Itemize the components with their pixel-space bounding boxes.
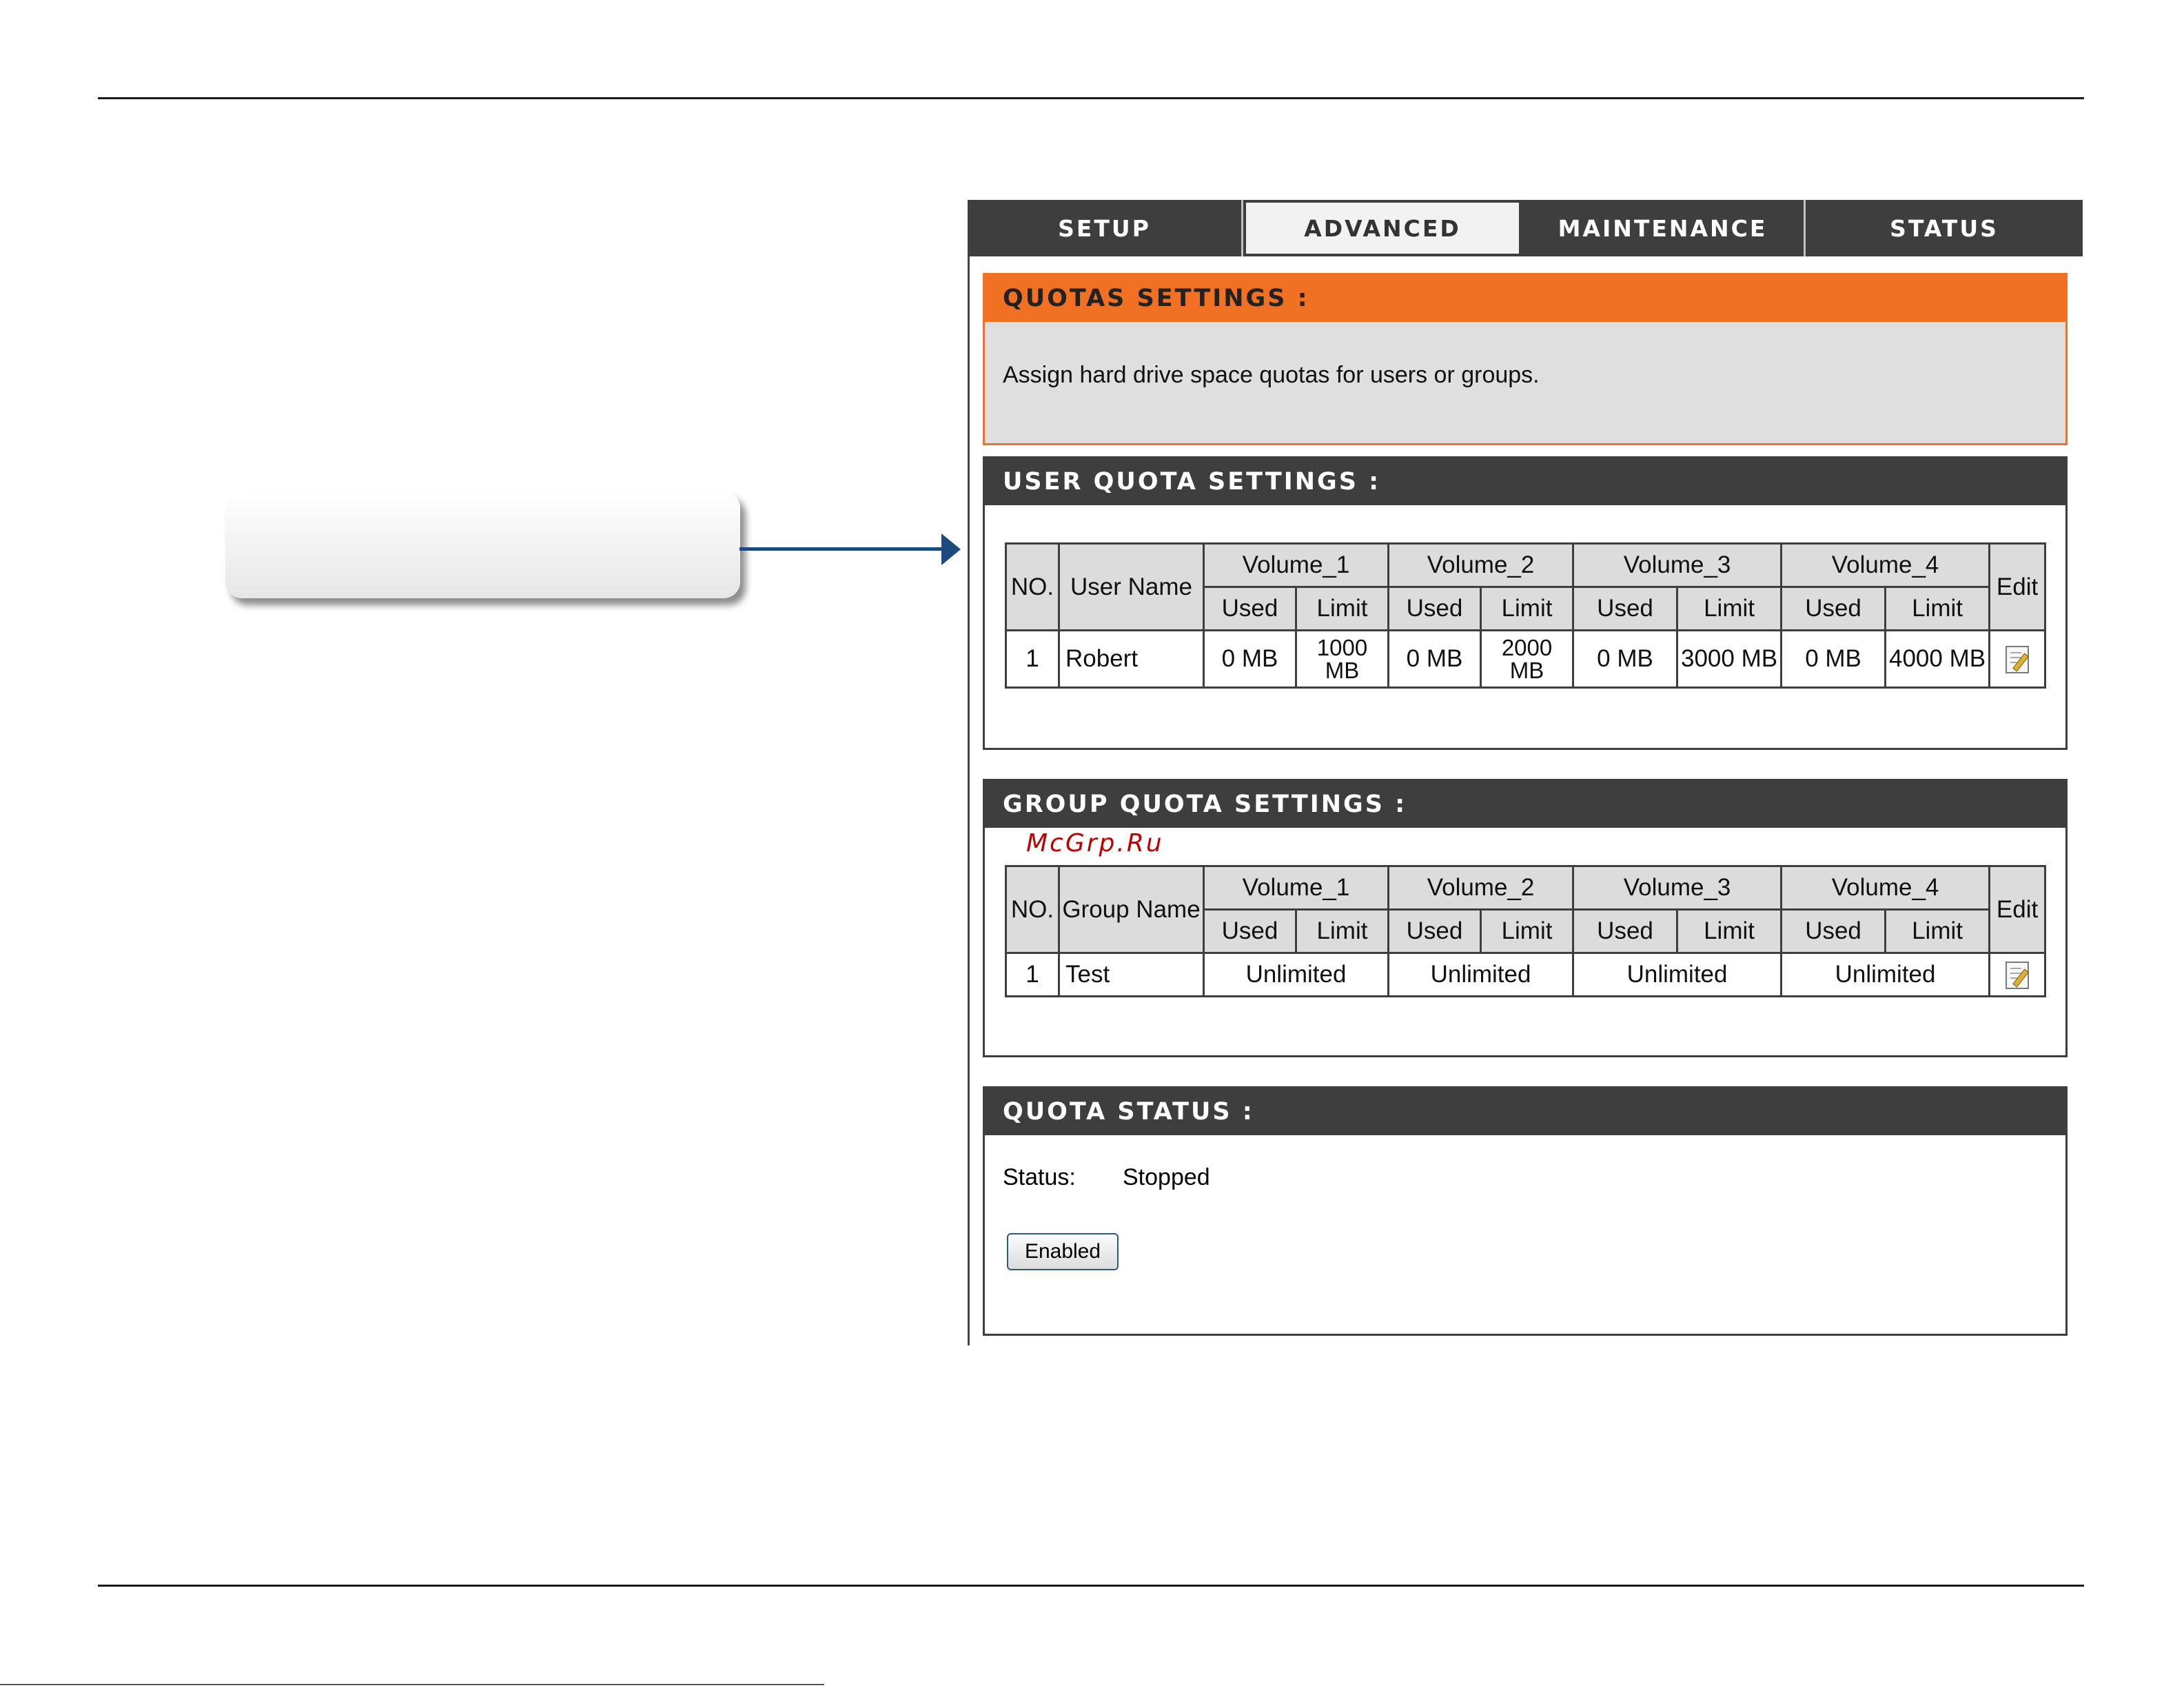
app-window: SETUP ADVANCED MAINTENANCE STATUS QUOTAS… xyxy=(968,200,2083,1345)
row-v2-limit: 2000 MB xyxy=(1480,629,1575,689)
col-used: Used xyxy=(1387,586,1482,631)
row-v1-limit: 1000 MB xyxy=(1294,629,1390,689)
col-group-name: Group Name xyxy=(1058,865,1205,954)
row-v4-limit: 4000 MB xyxy=(1884,629,1991,689)
col-volume-2: Volume_2 xyxy=(1387,542,1575,588)
quotas-description: Assign hard drive space quotas for users… xyxy=(1003,362,1540,388)
col-limit: Limit xyxy=(1294,908,1390,954)
table-row: 1 Test Unlimited Unlimited Unlimited Unl… xyxy=(1005,952,2047,997)
col-limit: Limit xyxy=(1294,586,1390,631)
col-limit: Limit xyxy=(1884,586,1991,631)
col-volume-1: Volume_1 xyxy=(1202,865,1390,911)
col-volume-3: Volume_3 xyxy=(1572,865,1783,911)
tab-setup[interactable]: SETUP xyxy=(968,200,1243,256)
tab-advanced[interactable]: ADVANCED xyxy=(1243,200,1522,256)
col-edit: Edit xyxy=(1988,542,2047,631)
tab-bar: SETUP ADVANCED MAINTENANCE STATUS xyxy=(968,200,2083,256)
footer-line xyxy=(0,1684,824,1685)
user-quota-table: NO. User Name Volume_1 Volume_2 Volume_3… xyxy=(1005,542,2047,689)
watermark-text: McGrp.Ru xyxy=(1026,829,1164,857)
col-used: Used xyxy=(1203,908,1297,954)
col-no: NO. xyxy=(1005,865,1060,954)
row-v3-used: 0 MB xyxy=(1572,629,1679,689)
edit-icon[interactable] xyxy=(2006,645,2030,673)
col-used: Used xyxy=(1203,586,1297,631)
col-used: Used xyxy=(1572,908,1679,954)
row-v4: Unlimited xyxy=(1780,952,1991,997)
row-user-name: Robert xyxy=(1058,629,1205,689)
col-used: Used xyxy=(1572,586,1679,631)
quotas-settings-panel: QUOTAS SETTINGS : Assign hard drive spac… xyxy=(983,273,2068,445)
table-row: 1 Robert 0 MB 1000 MB 0 MB 2000 MB 0 MB … xyxy=(1005,629,2047,689)
user-quota-panel: USER QUOTA SETTINGS : NO. User Name Volu… xyxy=(983,456,2068,750)
quotas-settings-title: QUOTAS SETTINGS : xyxy=(985,275,2065,322)
col-limit: Limit xyxy=(1676,908,1783,954)
group-quota-table: NO. Group Name Volume_1 Volume_2 Volume_… xyxy=(1005,865,2047,997)
status-label: Status: xyxy=(1003,1164,1076,1190)
row-no: 1 xyxy=(1005,952,1060,997)
row-v1: Unlimited xyxy=(1202,952,1390,997)
row-edit-cell xyxy=(1988,629,2047,689)
callout-box xyxy=(225,491,740,598)
group-quota-header-row: NO. Group Name Volume_1 Volume_2 Volume_… xyxy=(1005,865,2047,954)
col-limit: Limit xyxy=(1676,586,1783,631)
col-volume-1: Volume_1 xyxy=(1202,542,1390,588)
bottom-rule xyxy=(98,1585,2084,1587)
col-volume-4: Volume_4 xyxy=(1780,542,1991,588)
tab-maintenance[interactable]: MAINTENANCE xyxy=(1522,200,1806,256)
row-v2: Unlimited xyxy=(1387,952,1575,997)
col-used: Used xyxy=(1387,908,1482,954)
edit-icon[interactable] xyxy=(2006,961,2030,989)
col-used: Used xyxy=(1780,908,1887,954)
user-quota-header-row: NO. User Name Volume_1 Volume_2 Volume_3… xyxy=(1005,542,2047,631)
col-volume-3: Volume_3 xyxy=(1572,542,1783,588)
group-quota-title: GROUP QUOTA SETTINGS : xyxy=(985,781,2065,828)
callout-arrow-icon xyxy=(941,533,961,565)
row-edit-cell xyxy=(1988,952,2047,997)
callout-arrow-line xyxy=(739,547,946,551)
top-rule xyxy=(98,97,2084,99)
col-no: NO. xyxy=(1005,542,1060,631)
row-group-name: Test xyxy=(1058,952,1205,997)
row-v2-used: 0 MB xyxy=(1387,629,1482,689)
col-edit: Edit xyxy=(1988,865,2047,954)
col-volume-2: Volume_2 xyxy=(1387,865,1575,911)
enabled-button[interactable]: Enabled xyxy=(1007,1233,1119,1270)
row-no: 1 xyxy=(1005,629,1060,689)
col-user-name: User Name xyxy=(1058,542,1205,631)
status-value: Stopped xyxy=(1123,1164,1210,1190)
col-limit: Limit xyxy=(1884,908,1991,954)
user-quota-title: USER QUOTA SETTINGS : xyxy=(985,458,2065,505)
quota-status-panel: QUOTA STATUS : Status: Stopped Enabled xyxy=(983,1086,2068,1336)
group-quota-panel: GROUP QUOTA SETTINGS : McGrp.Ru NO. Grou… xyxy=(983,779,2068,1057)
col-used: Used xyxy=(1780,586,1887,631)
row-v4-used: 0 MB xyxy=(1780,629,1887,689)
row-v1-used: 0 MB xyxy=(1203,629,1297,689)
app-left-border xyxy=(968,256,970,1345)
row-v3-limit: 3000 MB xyxy=(1676,629,1783,689)
row-v3: Unlimited xyxy=(1572,952,1783,997)
tab-status[interactable]: STATUS xyxy=(1806,200,2083,256)
quota-status-title: QUOTA STATUS : xyxy=(985,1088,2065,1135)
col-volume-4: Volume_4 xyxy=(1780,865,1991,911)
col-limit: Limit xyxy=(1480,908,1575,954)
col-limit: Limit xyxy=(1480,586,1575,631)
